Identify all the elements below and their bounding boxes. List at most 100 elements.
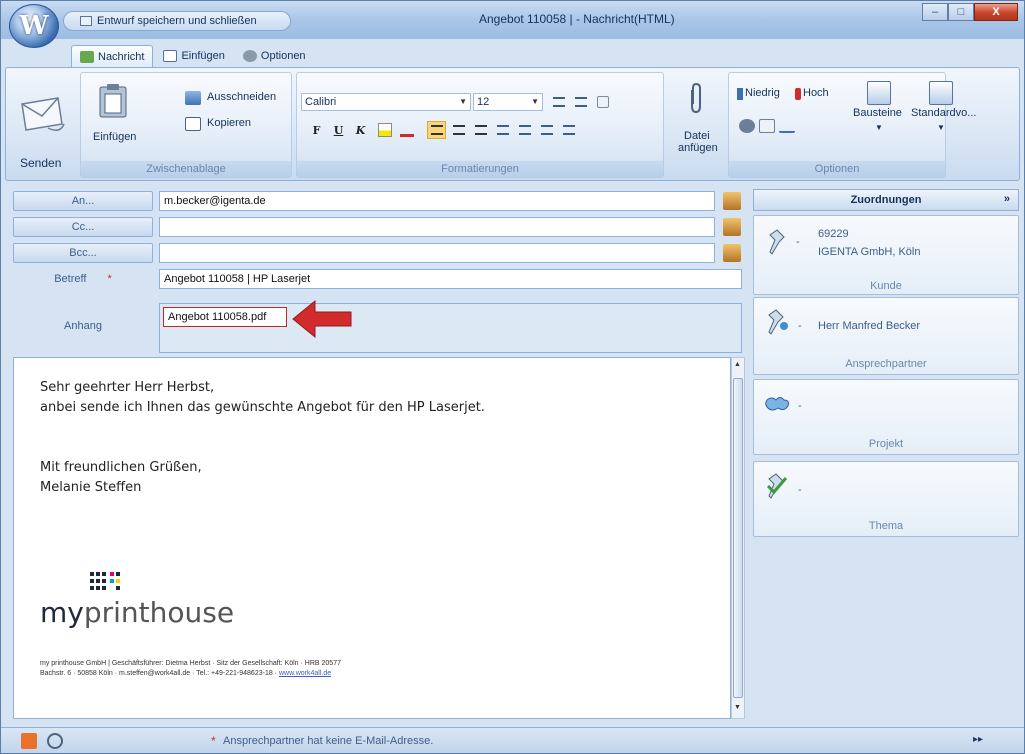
topic-label: Thema: [868, 520, 904, 532]
bausteine-label: Bausteine: [853, 107, 902, 119]
pin-icon: [769, 229, 785, 255]
people-pin-icon: [768, 309, 788, 335]
address-book-icon[interactable]: [723, 218, 741, 236]
line-spacing-icon: [540, 125, 553, 135]
font-name-select[interactable]: Calibri ▼: [301, 93, 471, 111]
increase-indent-icon: [518, 125, 531, 135]
message-window: Entwurf speichern und schließen Angebot …: [0, 0, 1025, 754]
footer-line1: my printhouse GmbH | Geschäftsführer: Di…: [40, 660, 341, 667]
assignments-header: Zuordnungen »: [753, 189, 1019, 211]
paste-button[interactable]: Einfügen: [87, 75, 139, 157]
font-color-icon: [399, 123, 414, 137]
dropdown-dash: -: [798, 400, 802, 412]
numbered-list-button[interactable]: [571, 93, 590, 111]
envelope-icon: [21, 97, 65, 131]
align-right-button[interactable]: [471, 121, 490, 139]
chevron-down-icon: ▼: [937, 123, 945, 132]
chevron-down-icon: ▼: [459, 97, 467, 106]
collapse-panel-button[interactable]: »: [1004, 193, 1010, 205]
paragraph-icon: [562, 125, 575, 135]
minimize-button[interactable]: –: [922, 3, 948, 21]
cut-button[interactable]: Ausschneiden: [177, 91, 287, 107]
message-body[interactable]: Sehr geehrter Herr Herbst, anbei sende i…: [13, 357, 731, 719]
font-name-value: Calibri: [305, 96, 337, 108]
address-book-icon[interactable]: [723, 192, 741, 210]
contact-section[interactable]: - Herr Manfred Becker Ansprechpartner: [753, 297, 1019, 375]
font-color-button[interactable]: [397, 121, 416, 139]
cc-button[interactable]: Cc...: [13, 217, 153, 237]
status-bar: * Ansprechpartner hat keine E-Mail-Adres…: [1, 727, 1024, 753]
footer-address: Bachstr. 6 · 50858 Köln · m.steffen@work…: [40, 670, 279, 677]
scroll-thumb[interactable]: [733, 378, 743, 698]
decrease-indent-button[interactable]: [493, 121, 512, 139]
address-book-icon[interactable]: [723, 244, 741, 262]
highlight-button[interactable]: [375, 121, 394, 139]
window-title: Angebot 110058 | - Nachricht(HTML): [479, 12, 675, 26]
closing-line: Mit freundlichen Grüßen,: [40, 460, 202, 475]
signature-name: Melanie Steffen: [40, 480, 142, 495]
app-orb-button[interactable]: W: [9, 4, 59, 48]
paragraph-button[interactable]: [559, 121, 578, 139]
priority-low-button[interactable]: Niedrig: [737, 87, 793, 103]
priority-high-button[interactable]: Hoch: [795, 87, 845, 103]
bold-button[interactable]: F: [307, 121, 326, 139]
quick-access-toolbar[interactable]: Entwurf speichern und schließen: [63, 11, 291, 31]
underline-button[interactable]: U: [329, 121, 348, 139]
footer-line2: Bachstr. 6 · 50858 Köln · m.steffen@work…: [40, 670, 331, 677]
tab-optionen[interactable]: Optionen: [235, 45, 314, 67]
save-and-close-button[interactable]: Entwurf speichern und schließen: [97, 15, 257, 27]
standard-button[interactable]: Standardvo... ▼: [911, 75, 983, 157]
spellcheck-icon[interactable]: [779, 119, 795, 133]
bcc-button[interactable]: Bcc...: [13, 243, 153, 263]
attach-file-button[interactable]: Datei anfügen: [668, 72, 724, 178]
project-section[interactable]: - Projekt: [753, 379, 1019, 455]
status-message: Ansprechpartner hat keine E-Mail-Adresse…: [223, 735, 434, 747]
to-button[interactable]: An...: [13, 191, 153, 211]
website-link[interactable]: www.work4all.de: [279, 670, 331, 677]
line-spacing-button[interactable]: [537, 121, 556, 139]
attachment-file[interactable]: Angebot 110058.pdf: [163, 307, 287, 327]
options-group-label: Optionen: [729, 161, 945, 177]
customer-section[interactable]: - 69229 IGENTA GmbH, Köln Kunde: [753, 215, 1019, 295]
clipboard-icon: [99, 84, 127, 118]
align-center-button[interactable]: [449, 121, 468, 139]
font-size-select[interactable]: 12 ▼: [473, 93, 543, 111]
chevron-down-icon: ▼: [875, 123, 883, 132]
styles-button[interactable]: [593, 93, 612, 111]
exclamation-icon: [795, 88, 801, 100]
timer-icon[interactable]: [47, 733, 63, 749]
print-icon[interactable]: [759, 119, 775, 133]
template-icon: [929, 81, 953, 105]
topic-section[interactable]: - Thema: [753, 461, 1019, 537]
greeting-line: Sehr geehrter Herr Herbst,: [40, 380, 215, 395]
customer-name: IGENTA GmbH, Köln: [818, 246, 921, 258]
bullet-list-button[interactable]: [549, 93, 568, 111]
status-nav-button[interactable]: ▸▸: [973, 734, 983, 745]
cc-field[interactable]: [159, 217, 715, 237]
office-icon[interactable]: [21, 733, 37, 749]
align-center-icon: [452, 125, 465, 135]
body-scrollbar[interactable]: ▲ ▼: [731, 357, 745, 719]
copy-button[interactable]: Kopieren: [177, 117, 287, 133]
read-receipt-icon[interactable]: [739, 119, 755, 133]
italic-button[interactable]: K: [351, 121, 370, 139]
scroll-up-icon[interactable]: ▲: [734, 361, 741, 368]
bcc-field[interactable]: [159, 243, 715, 263]
body-line: anbei sende ich Ihnen das gewünschte Ang…: [40, 400, 485, 415]
send-button[interactable]: Senden: [10, 72, 74, 178]
align-left-button[interactable]: [427, 121, 446, 139]
bausteine-button[interactable]: Bausteine ▼: [853, 75, 909, 157]
close-button[interactable]: X: [974, 3, 1018, 21]
dropdown-dash: -: [798, 484, 802, 496]
to-field[interactable]: m.becker@igenta.de: [159, 191, 715, 211]
tab-einfuegen[interactable]: Einfügen: [155, 45, 232, 67]
increase-indent-button[interactable]: [515, 121, 534, 139]
message-tab-icon: [80, 50, 94, 63]
subject-label: Betreff *: [13, 273, 153, 285]
scroll-down-icon[interactable]: ▼: [734, 704, 741, 711]
maximize-button[interactable]: □: [948, 3, 974, 21]
tab-label: Nachricht: [98, 50, 145, 63]
gear-icon: [242, 50, 257, 62]
subject-field[interactable]: Angebot 110058 | HP Laserjet: [159, 269, 742, 289]
tab-nachricht[interactable]: Nachricht: [71, 45, 154, 67]
